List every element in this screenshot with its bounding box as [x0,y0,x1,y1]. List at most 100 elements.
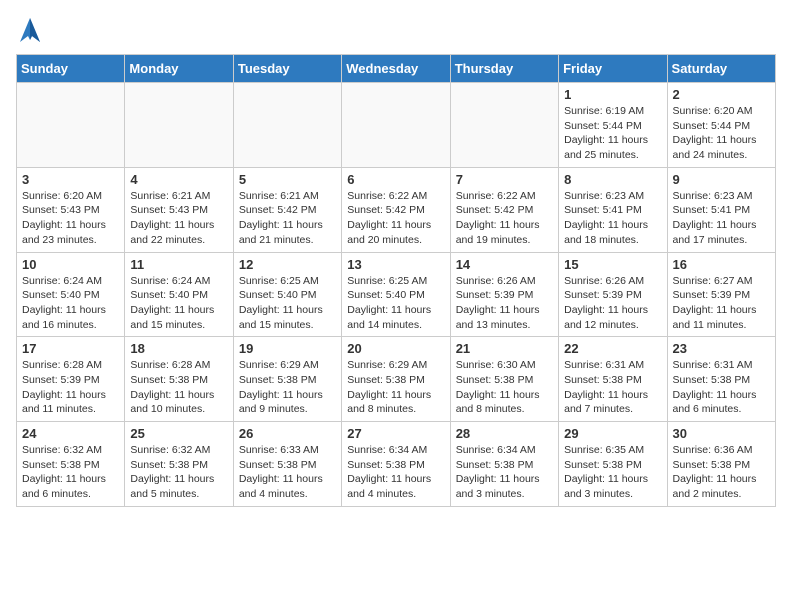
day-cell: 27 Sunrise: 6:34 AM Sunset: 5:38 PM Dayli… [342,422,450,507]
day-info: Sunrise: 6:30 AM Sunset: 5:38 PM Dayligh… [456,358,553,417]
day-cell: 10 Sunrise: 6:24 AM Sunset: 5:40 PM Dayli… [17,252,125,337]
day-cell: 22 Sunrise: 6:31 AM Sunset: 5:38 PM Dayli… [559,337,667,422]
day-info: Sunrise: 6:31 AM Sunset: 5:38 PM Dayligh… [564,358,661,417]
day-info: Sunrise: 6:22 AM Sunset: 5:42 PM Dayligh… [456,189,553,248]
day-cell: 14Sunrise: 6:26 AM Sunset: 5:39 PM Dayli… [450,252,558,337]
day-cell: 24 Sunrise: 6:32 AM Sunset: 5:38 PM Dayli… [17,422,125,507]
day-info: Sunrise: 6:28 AM Sunset: 5:39 PM Dayligh… [22,358,119,417]
day-cell: 19 Sunrise: 6:29 AM Sunset: 5:38 PM Dayli… [233,337,341,422]
day-number: 26 [239,426,336,441]
day-cell: 23Sunrise: 6:31 AM Sunset: 5:38 PM Dayli… [667,337,775,422]
day-cell: 20Sunrise: 6:29 AM Sunset: 5:38 PM Dayli… [342,337,450,422]
day-number: 28 [456,426,553,441]
day-info: Sunrise: 6:28 AM Sunset: 5:38 PM Dayligh… [130,358,227,417]
day-number: 18 [130,341,227,356]
day-info: Sunrise: 6:36 AM Sunset: 5:38 PM Dayligh… [673,443,770,502]
day-cell: 26 Sunrise: 6:33 AM Sunset: 5:38 PM Dayli… [233,422,341,507]
week-row-4: 17 Sunrise: 6:28 AM Sunset: 5:39 PM Dayli… [17,337,776,422]
day-info: Sunrise: 6:34 AM Sunset: 5:38 PM Dayligh… [347,443,444,502]
day-info: Sunrise: 6:27 AM Sunset: 5:39 PM Dayligh… [673,274,770,333]
day-cell: 25 Sunrise: 6:32 AM Sunset: 5:38 PM Dayli… [125,422,233,507]
day-info: Sunrise: 6:23 AM Sunset: 5:41 PM Dayligh… [673,189,770,248]
calendar: SundayMondayTuesdayWednesdayThursdayFrid… [16,54,776,507]
day-number: 22 [564,341,661,356]
day-cell: 6 Sunrise: 6:22 AM Sunset: 5:42 PM Daylig… [342,167,450,252]
day-number: 27 [347,426,444,441]
day-info: Sunrise: 6:20 AM Sunset: 5:44 PM Dayligh… [673,104,770,163]
page-header [16,16,776,42]
day-number: 2 [673,87,770,102]
weekday-header-monday: Monday [125,55,233,83]
day-info: Sunrise: 6:31 AM Sunset: 5:38 PM Dayligh… [673,358,770,417]
day-info: Sunrise: 6:35 AM Sunset: 5:38 PM Dayligh… [564,443,661,502]
day-number: 30 [673,426,770,441]
weekday-header-wednesday: Wednesday [342,55,450,83]
day-cell [17,83,125,168]
day-cell: 12 Sunrise: 6:25 AM Sunset: 5:40 PM Dayli… [233,252,341,337]
day-number: 10 [22,257,119,272]
day-number: 17 [22,341,119,356]
weekday-header-sunday: Sunday [17,55,125,83]
day-cell: 30 Sunrise: 6:36 AM Sunset: 5:38 PM Dayli… [667,422,775,507]
day-info: Sunrise: 6:29 AM Sunset: 5:38 PM Dayligh… [239,358,336,417]
weekday-header-tuesday: Tuesday [233,55,341,83]
day-info: Sunrise: 6:33 AM Sunset: 5:38 PM Dayligh… [239,443,336,502]
day-info: Sunrise: 6:24 AM Sunset: 5:40 PM Dayligh… [130,274,227,333]
day-number: 15 [564,257,661,272]
day-info: Sunrise: 6:26 AM Sunset: 5:39 PM Dayligh… [456,274,553,333]
day-cell: 28 Sunrise: 6:34 AM Sunset: 5:38 PM Dayli… [450,422,558,507]
day-info: Sunrise: 6:21 AM Sunset: 5:43 PM Dayligh… [130,189,227,248]
day-cell: 13 Sunrise: 6:25 AM Sunset: 5:40 PM Dayli… [342,252,450,337]
day-number: 25 [130,426,227,441]
day-cell: 16 Sunrise: 6:27 AM Sunset: 5:39 PM Dayli… [667,252,775,337]
day-info: Sunrise: 6:32 AM Sunset: 5:38 PM Dayligh… [22,443,119,502]
day-number: 6 [347,172,444,187]
day-info: Sunrise: 6:25 AM Sunset: 5:40 PM Dayligh… [347,274,444,333]
day-cell: 5 Sunrise: 6:21 AM Sunset: 5:42 PM Daylig… [233,167,341,252]
day-number: 11 [130,257,227,272]
day-cell [342,83,450,168]
day-info: Sunrise: 6:21 AM Sunset: 5:42 PM Dayligh… [239,189,336,248]
day-info: Sunrise: 6:24 AM Sunset: 5:40 PM Dayligh… [22,274,119,333]
day-number: 13 [347,257,444,272]
day-cell: 4 Sunrise: 6:21 AM Sunset: 5:43 PM Daylig… [125,167,233,252]
day-number: 8 [564,172,661,187]
day-number: 12 [239,257,336,272]
day-cell: 11 Sunrise: 6:24 AM Sunset: 5:40 PM Dayli… [125,252,233,337]
day-number: 1 [564,87,661,102]
day-info: Sunrise: 6:20 AM Sunset: 5:43 PM Dayligh… [22,189,119,248]
day-cell: 29 Sunrise: 6:35 AM Sunset: 5:38 PM Dayli… [559,422,667,507]
week-row-1: 1 Sunrise: 6:19 AM Sunset: 5:44 PM Daylig… [17,83,776,168]
day-cell: 3 Sunrise: 6:20 AM Sunset: 5:43 PM Daylig… [17,167,125,252]
day-number: 24 [22,426,119,441]
day-number: 7 [456,172,553,187]
day-info: Sunrise: 6:34 AM Sunset: 5:38 PM Dayligh… [456,443,553,502]
day-cell: 7 Sunrise: 6:22 AM Sunset: 5:42 PM Daylig… [450,167,558,252]
day-number: 5 [239,172,336,187]
day-cell [125,83,233,168]
day-info: Sunrise: 6:23 AM Sunset: 5:41 PM Dayligh… [564,189,661,248]
day-number: 9 [673,172,770,187]
day-cell [233,83,341,168]
day-cell: 1 Sunrise: 6:19 AM Sunset: 5:44 PM Daylig… [559,83,667,168]
logo-icon [18,14,42,42]
weekday-header-row: SundayMondayTuesdayWednesdayThursdayFrid… [17,55,776,83]
day-cell: 21Sunrise: 6:30 AM Sunset: 5:38 PM Dayli… [450,337,558,422]
day-number: 19 [239,341,336,356]
day-info: Sunrise: 6:22 AM Sunset: 5:42 PM Dayligh… [347,189,444,248]
day-cell [450,83,558,168]
day-number: 16 [673,257,770,272]
week-row-3: 10 Sunrise: 6:24 AM Sunset: 5:40 PM Dayli… [17,252,776,337]
weekday-header-thursday: Thursday [450,55,558,83]
weekday-header-saturday: Saturday [667,55,775,83]
day-number: 3 [22,172,119,187]
day-cell: 18 Sunrise: 6:28 AM Sunset: 5:38 PM Dayli… [125,337,233,422]
day-info: Sunrise: 6:19 AM Sunset: 5:44 PM Dayligh… [564,104,661,163]
day-info: Sunrise: 6:32 AM Sunset: 5:38 PM Dayligh… [130,443,227,502]
day-cell: 8 Sunrise: 6:23 AM Sunset: 5:41 PM Daylig… [559,167,667,252]
day-number: 29 [564,426,661,441]
day-number: 4 [130,172,227,187]
day-cell: 17 Sunrise: 6:28 AM Sunset: 5:39 PM Dayli… [17,337,125,422]
day-cell: 9 Sunrise: 6:23 AM Sunset: 5:41 PM Daylig… [667,167,775,252]
day-info: Sunrise: 6:25 AM Sunset: 5:40 PM Dayligh… [239,274,336,333]
